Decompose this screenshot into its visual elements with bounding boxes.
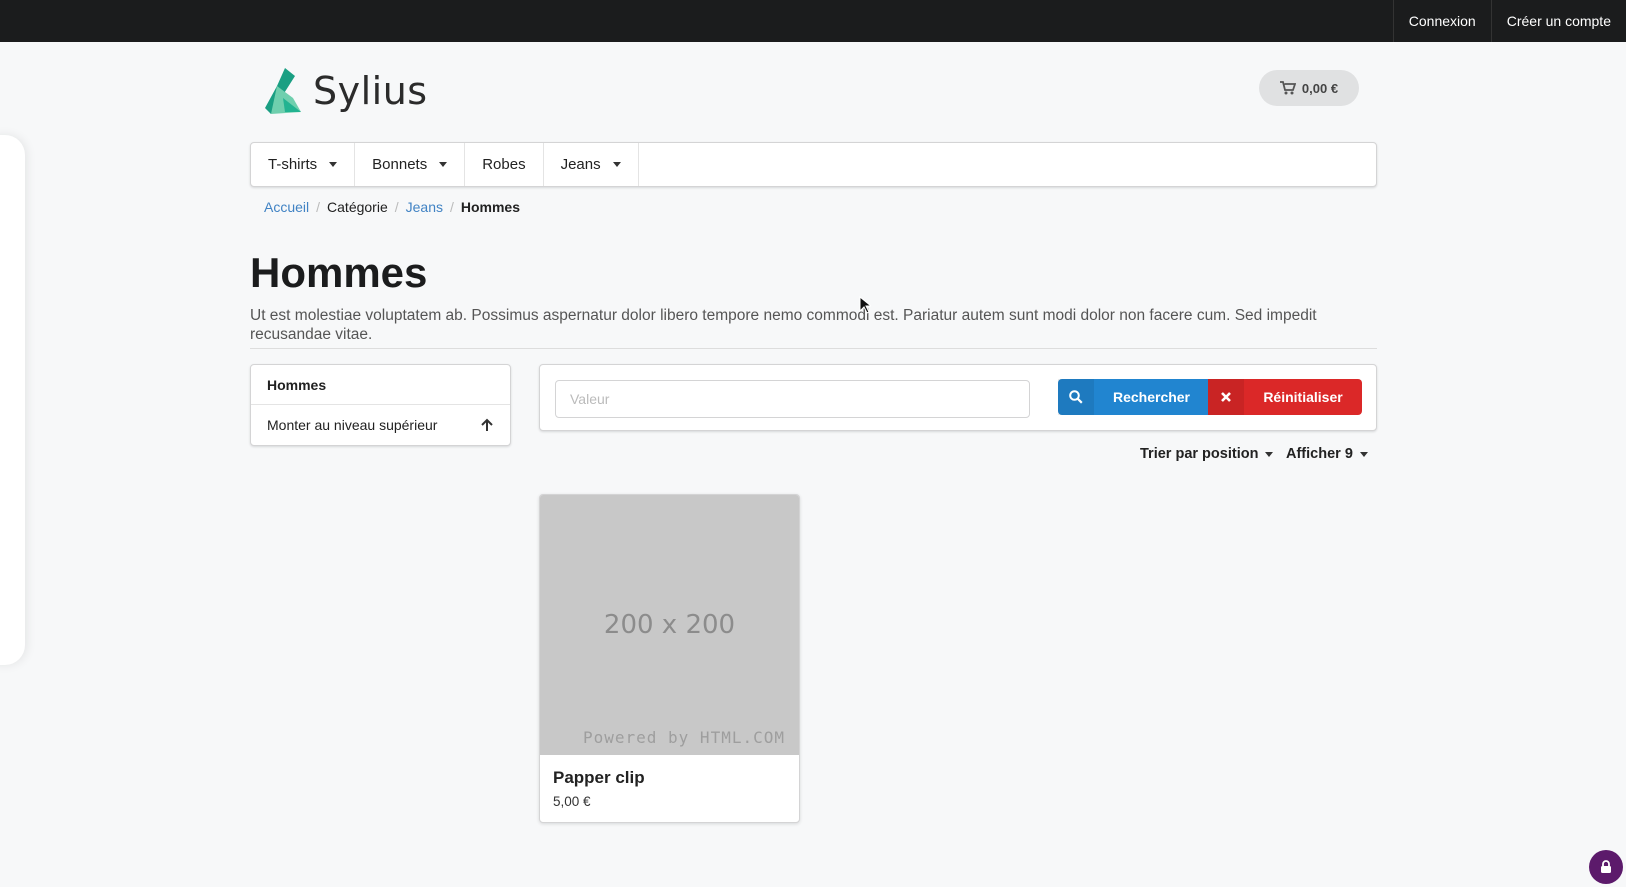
limit-label: Afficher 9	[1286, 446, 1353, 462]
product-name[interactable]: Papper clip	[553, 768, 645, 788]
brand-name: Sylius	[313, 69, 428, 113]
reset-button-label: Réinitialiser	[1263, 389, 1343, 405]
register-link[interactable]: Créer un compte	[1490, 0, 1626, 42]
go-up-link[interactable]: Monter au niveau supérieur	[251, 405, 510, 445]
reset-button[interactable]: Réinitialiser	[1208, 379, 1362, 415]
sort-dropdown[interactable]: Trier par position	[1140, 446, 1274, 462]
breadcrumb: Accueil / Catégorie / Jeans / Hommes	[264, 199, 520, 215]
sort-label: Trier par position	[1140, 446, 1259, 462]
top-bar: Connexion Créer un compte	[0, 0, 1626, 42]
sidebar-header: Hommes	[251, 365, 510, 405]
category-sidebar: Hommes Monter au niveau supérieur	[250, 364, 511, 446]
cart-total: 0,00 €	[1301, 80, 1339, 96]
search-filter: Rechercher Réinitialiser	[539, 364, 1377, 431]
offcanvas-edge	[0, 135, 25, 665]
go-up-label: Monter au niveau supérieur	[267, 417, 438, 433]
caret-down-icon	[612, 162, 621, 167]
search-button[interactable]: Rechercher	[1058, 379, 1209, 415]
main-menu: T-shirts Bonnets Robes Jeans	[250, 142, 1377, 187]
menu-item-bonnets[interactable]: Bonnets	[355, 143, 466, 186]
menu-item-label: Jeans	[560, 156, 601, 173]
menu-item-label: Robes	[482, 156, 526, 173]
breadcrumb-current: Hommes	[460, 199, 521, 215]
placeholder-credit: Powered by HTML.COM	[582, 728, 785, 747]
menu-item-robes[interactable]: Robes	[465, 143, 544, 186]
search-button-label: Rechercher	[1112, 389, 1191, 405]
login-link[interactable]: Connexion	[1392, 0, 1491, 42]
breadcrumb-separator: /	[316, 199, 321, 215]
mouse-cursor-icon	[859, 296, 871, 314]
sylius-logo-icon	[265, 68, 301, 114]
product-image[interactable]: 200 x 200 Powered by HTML.COM	[540, 495, 799, 755]
search-icon	[1058, 379, 1094, 415]
menu-item-label: T-shirts	[268, 156, 318, 173]
caret-down-icon	[329, 162, 338, 167]
breadcrumb-home[interactable]: Accueil	[264, 199, 309, 215]
search-input[interactable]	[555, 380, 1030, 418]
limit-dropdown[interactable]: Afficher 9	[1286, 446, 1368, 462]
close-icon	[1208, 379, 1244, 415]
breadcrumb-separator: /	[449, 199, 454, 215]
lock-icon	[1601, 860, 1611, 873]
arrow-up-icon	[481, 418, 493, 431]
caret-down-icon	[1359, 451, 1368, 457]
breadcrumb-parent[interactable]: Jeans	[406, 199, 443, 215]
menu-item-tshirts[interactable]: T-shirts	[251, 143, 356, 186]
menu-item-jeans[interactable]: Jeans	[544, 143, 639, 186]
breadcrumb-category: Catégorie	[327, 199, 388, 215]
page-title: Hommes	[250, 249, 428, 296]
debug-toolbar-button[interactable]	[1589, 850, 1623, 884]
page-description: Ut est molestiae voluptatem ab. Possimus…	[250, 307, 1317, 343]
cart-icon	[1279, 81, 1296, 95]
divider	[250, 348, 1377, 349]
site-logo[interactable]: Sylius	[263, 68, 428, 114]
product-price: 5,00 €	[553, 794, 591, 809]
placeholder-dimensions: 200 x 200	[603, 610, 736, 640]
product-card[interactable]: 200 x 200 Powered by HTML.COM Papper cli…	[539, 494, 800, 823]
cart-button[interactable]: 0,00 €	[1259, 70, 1359, 106]
breadcrumb-separator: /	[394, 199, 399, 215]
caret-down-icon	[439, 162, 448, 167]
menu-item-label: Bonnets	[372, 156, 428, 173]
caret-down-icon	[1265, 451, 1274, 457]
